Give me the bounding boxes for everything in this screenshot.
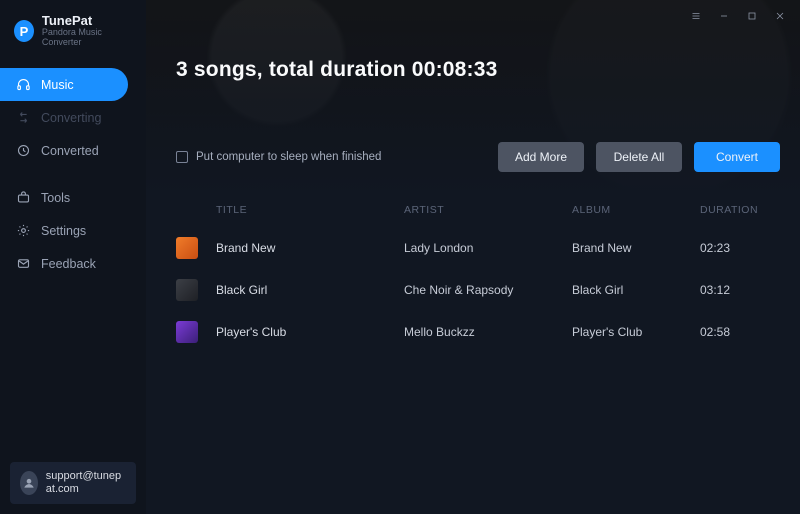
delete-all-button[interactable]: Delete All — [596, 142, 682, 172]
sidebar-item-label: Converting — [41, 111, 101, 125]
mail-icon — [16, 256, 31, 271]
brand: P TunePat Pandora Music Converter — [0, 0, 146, 58]
cell-artist: Che Noir & Rapsody — [404, 283, 564, 297]
primary-nav: Music Converting Converted Tools — [0, 68, 146, 280]
col-artist: ARTIST — [404, 204, 564, 216]
sidebar-item-converting: Converting — [0, 101, 146, 134]
cell-artist: Mello Buckzz — [404, 325, 564, 339]
checkbox-icon — [176, 151, 188, 163]
cell-album: Player's Club — [572, 325, 692, 339]
close-button[interactable] — [768, 6, 792, 26]
window-controls — [684, 6, 792, 26]
sidebar-item-label: Converted — [41, 144, 99, 158]
hero: 3 songs, total duration 00:08:33 Put com… — [146, 0, 800, 190]
sleep-label: Put computer to sleep when finished — [196, 151, 381, 163]
sleep-when-finished-checkbox[interactable]: Put computer to sleep when finished — [176, 151, 381, 163]
col-album: ALBUM — [572, 204, 692, 216]
track-table: TITLE ARTIST ALBUM DURATION Brand New La… — [146, 190, 800, 353]
brand-name: TunePat — [42, 14, 134, 28]
col-title: TITLE — [216, 204, 396, 216]
sidebar-item-feedback[interactable]: Feedback — [0, 247, 146, 280]
convert-icon — [16, 110, 31, 125]
sidebar-item-label: Tools — [41, 191, 70, 205]
account-chip[interactable]: support@tunepat.com — [10, 462, 136, 504]
sidebar-item-converted[interactable]: Converted — [0, 134, 146, 167]
queue-summary: 3 songs, total duration 00:08:33 — [176, 58, 780, 82]
maximize-button[interactable] — [740, 6, 764, 26]
cell-duration: 02:23 — [700, 241, 780, 255]
sidebar-item-label: Feedback — [41, 257, 96, 271]
sidebar-item-settings[interactable]: Settings — [0, 214, 146, 247]
action-buttons: Add More Delete All Convert — [498, 142, 780, 172]
brand-text: TunePat Pandora Music Converter — [42, 14, 134, 48]
main-panel: 3 songs, total duration 00:08:33 Put com… — [146, 0, 800, 514]
app-window: P TunePat Pandora Music Converter Music … — [0, 0, 800, 514]
album-art-icon — [176, 321, 198, 343]
table-row[interactable]: Brand New Lady London Brand New 02:23 — [176, 227, 780, 269]
table-row[interactable]: Black Girl Che Noir & Rapsody Black Girl… — [176, 269, 780, 311]
gear-icon — [16, 223, 31, 238]
cell-title: Brand New — [216, 241, 396, 255]
account-email: support@tunepat.com — [46, 470, 126, 496]
cell-artist: Lady London — [404, 241, 564, 255]
sidebar: P TunePat Pandora Music Converter Music … — [0, 0, 146, 514]
table-row[interactable]: Player's Club Mello Buckzz Player's Club… — [176, 311, 780, 353]
menu-button[interactable] — [684, 6, 708, 26]
toolbox-icon — [16, 190, 31, 205]
col-duration: DURATION — [700, 204, 780, 216]
sidebar-item-label: Settings — [41, 224, 86, 238]
hero-content: 3 songs, total duration 00:08:33 — [176, 58, 780, 82]
clock-icon — [16, 143, 31, 158]
sidebar-item-label: Music — [41, 78, 74, 92]
nav-separator — [0, 167, 146, 181]
album-art-icon — [176, 279, 198, 301]
sidebar-item-tools[interactable]: Tools — [0, 181, 146, 214]
cell-duration: 02:58 — [700, 325, 780, 339]
table-header: TITLE ARTIST ALBUM DURATION — [176, 190, 780, 227]
album-art-icon — [176, 237, 198, 259]
brand-subtitle: Pandora Music Converter — [42, 28, 134, 48]
convert-button[interactable]: Convert — [694, 142, 780, 172]
cell-album: Brand New — [572, 241, 692, 255]
cell-title: Black Girl — [216, 283, 396, 297]
sidebar-footer: support@tunepat.com — [0, 452, 146, 514]
cell-album: Black Girl — [572, 283, 692, 297]
brand-logo-icon: P — [14, 20, 34, 42]
cell-duration: 03:12 — [700, 283, 780, 297]
minimize-button[interactable] — [712, 6, 736, 26]
avatar-icon — [20, 471, 38, 495]
hero-actions: Put computer to sleep when finished Add … — [176, 142, 780, 172]
sidebar-item-music[interactable]: Music — [0, 68, 128, 101]
cell-title: Player's Club — [216, 325, 396, 339]
headphones-icon — [16, 77, 31, 92]
add-more-button[interactable]: Add More — [498, 142, 584, 172]
